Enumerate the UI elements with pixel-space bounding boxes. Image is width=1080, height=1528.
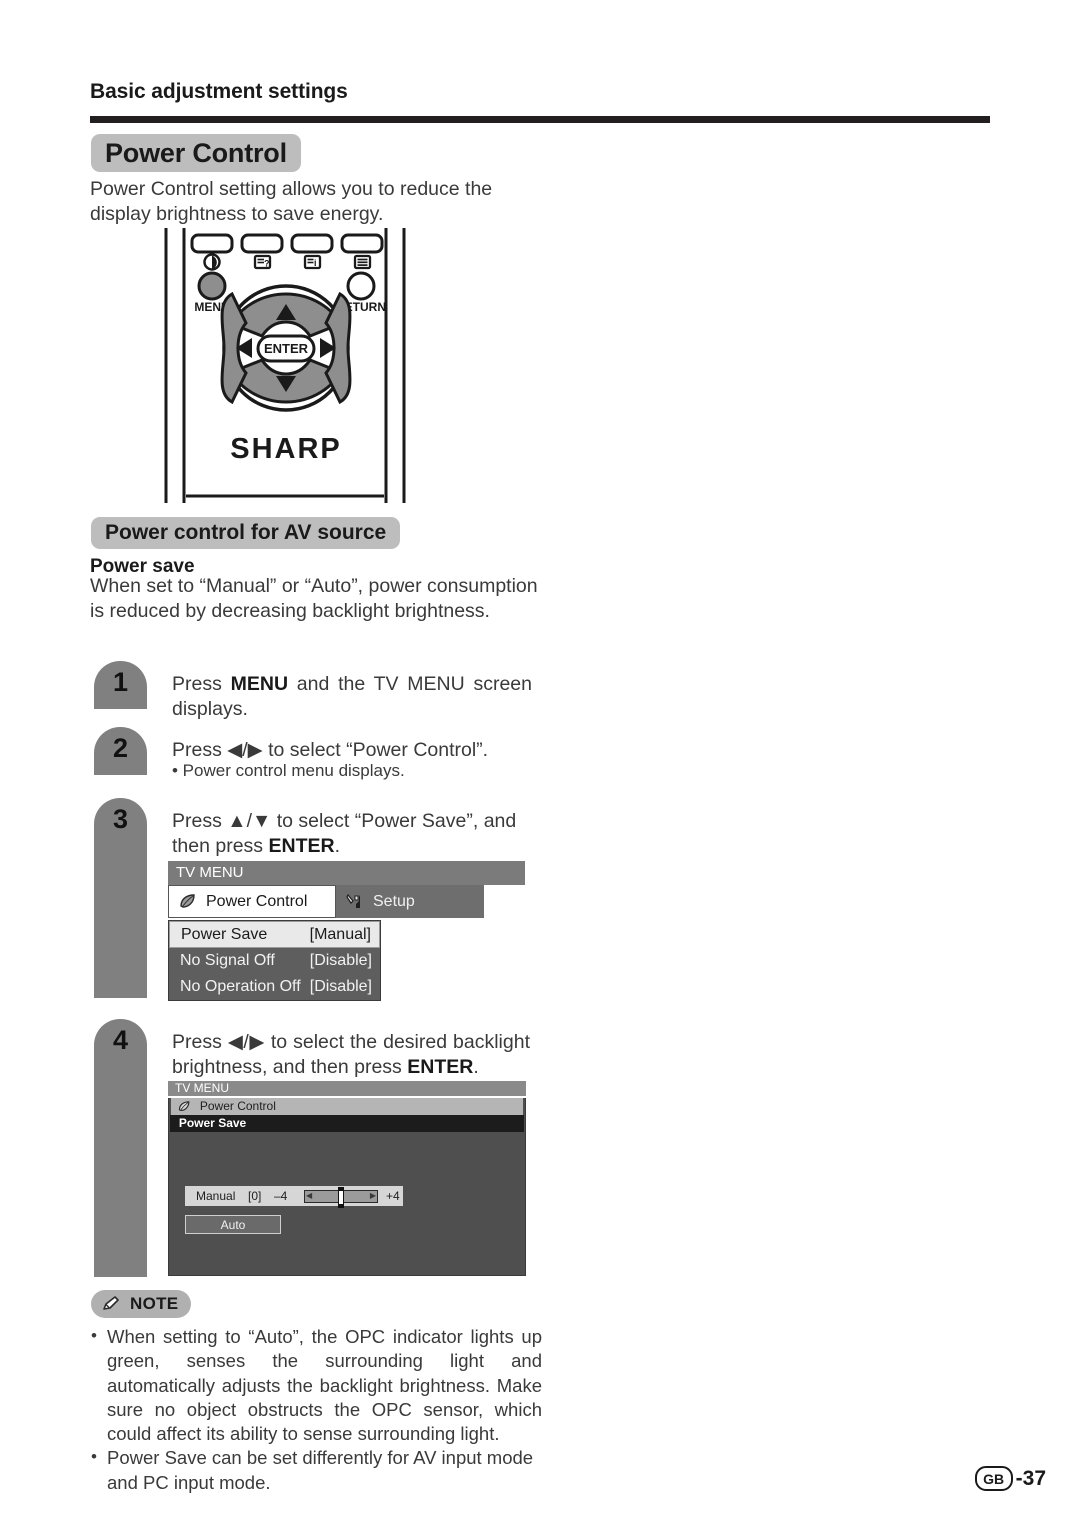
osd-screenshot-power-save-slider: TV MENU Power Control Power Save Manual … — [168, 1081, 526, 1276]
osd2-breadcrumb: Power Control — [170, 1098, 524, 1115]
note-badge-label: NOTE — [130, 1294, 179, 1313]
slider-thumb[interactable] — [338, 1186, 344, 1208]
svg-text:ENTER: ENTER — [264, 341, 309, 356]
step-number-1: 1 — [112, 667, 129, 697]
step-number-4: 4 — [112, 1025, 129, 1055]
page-footer: GB -37 — [974, 1466, 1046, 1491]
note-item: Power Save can be set differently for AV… — [90, 1445, 542, 1495]
osd1-row-label-no-signal-off: No Signal Off — [180, 952, 275, 969]
osd2-section-bar: Power Save — [169, 1115, 525, 1132]
step-badge-3: 3 — [94, 798, 147, 998]
pencil-icon — [101, 1295, 121, 1313]
wrench-icon — [346, 893, 364, 910]
osd2-title: TV MENU — [168, 1081, 526, 1096]
remote-control-illustration: ? i MENU RETURN ENTER SHARP — [160, 228, 410, 503]
step-2-subnote: • Power control menu displays. — [172, 761, 405, 780]
osd1-option-list: Power Save [Manual] No Signal Off [Disab… — [168, 920, 381, 1001]
osd-screenshot-power-control-menu: TV MENU Power Control Setup Power Save [… — [168, 861, 525, 1001]
note-item: When setting to “Auto”, the OPC indicato… — [90, 1324, 542, 1446]
slider-right-arrow-icon: ▶ — [369, 1191, 376, 1200]
section-title-chip: Power Control — [91, 134, 301, 172]
brightness-slider[interactable]: ◀ ▶ — [304, 1186, 378, 1208]
step-1-text: Press MENU and the TV MENU screen displa… — [172, 673, 532, 720]
osd2-auto-button[interactable]: Auto — [185, 1215, 281, 1234]
osd2-body: Power Control Power Save Manual [0] –4 ◀… — [168, 1098, 526, 1276]
osd1-title: TV MENU — [168, 861, 525, 885]
osd1-tab-label-power-control: Power Control — [206, 892, 308, 910]
osd1-tab-power-control[interactable]: Power Control — [168, 885, 336, 918]
osd2-range-max: +4 — [386, 1189, 400, 1203]
step-number-3: 3 — [112, 804, 129, 834]
step-badge-1: 1 — [94, 661, 147, 709]
osd2-breadcrumb-label: Power Control — [199, 1099, 276, 1113]
svg-text:?: ? — [264, 258, 270, 268]
osd1-row-value-no-operation-off: [Disable] — [309, 978, 372, 995]
page-running-head: Basic adjustment settings — [90, 80, 348, 103]
osd2-manual-label: Manual — [196, 1189, 236, 1203]
osd1-tab-setup[interactable]: Setup — [336, 885, 484, 918]
manual-page: Basic adjustment settings Power Control … — [0, 0, 1080, 1528]
leaf-icon-small — [178, 1101, 191, 1112]
power-save-description: When set to “Manual” or “Auto”, power co… — [90, 575, 538, 622]
note-badge: NOTE — [91, 1290, 192, 1318]
osd1-row-label-no-operation-off: No Operation Off — [180, 978, 301, 995]
svg-text:i: i — [314, 258, 317, 268]
page-number: -37 — [1015, 1466, 1046, 1490]
header-rule — [90, 116, 990, 123]
av-source-title-chip: Power control for AV source — [91, 517, 401, 549]
section-intro-text: Power Control setting allows you to redu… — [90, 178, 493, 225]
osd2-manual-value: [0] — [248, 1189, 262, 1203]
step-badge-2: 2 — [94, 727, 147, 775]
step-number-2: 2 — [112, 733, 129, 763]
osd1-tab-label-setup: Setup — [373, 892, 415, 910]
note-list: When setting to “Auto”, the OPC indicato… — [90, 1324, 542, 1495]
osd1-row-value-power-save: [Manual] — [309, 925, 371, 943]
osd2-manual-slider-row[interactable]: Manual [0] –4 ◀ ▶ +4 — [185, 1186, 403, 1208]
osd1-tab-row: Power Control Setup — [168, 885, 484, 918]
osd1-row-label-power-save: Power Save — [181, 925, 268, 943]
osd1-row-power-save[interactable]: Power Save [Manual] — [169, 921, 380, 948]
step-3-text: Press ▲/▼ to select “Power Save”, and th… — [172, 810, 517, 857]
svg-text:SHARP: SHARP — [230, 433, 342, 465]
osd2-range-min: –4 — [274, 1189, 288, 1203]
slider-left-arrow-icon: ◀ — [306, 1191, 313, 1200]
osd1-row-no-signal-off[interactable]: No Signal Off [Disable] — [169, 948, 380, 974]
leaf-icon — [179, 894, 197, 909]
region-mark: GB — [974, 1466, 1013, 1491]
osd1-row-no-operation-off[interactable]: No Operation Off [Disable] — [169, 974, 380, 1000]
osd1-row-value-no-signal-off: [Disable] — [309, 952, 372, 969]
step-4-text: Press ◀/▶ to select the desired backligh… — [172, 1031, 530, 1078]
step-badge-4: 4 — [94, 1019, 147, 1277]
